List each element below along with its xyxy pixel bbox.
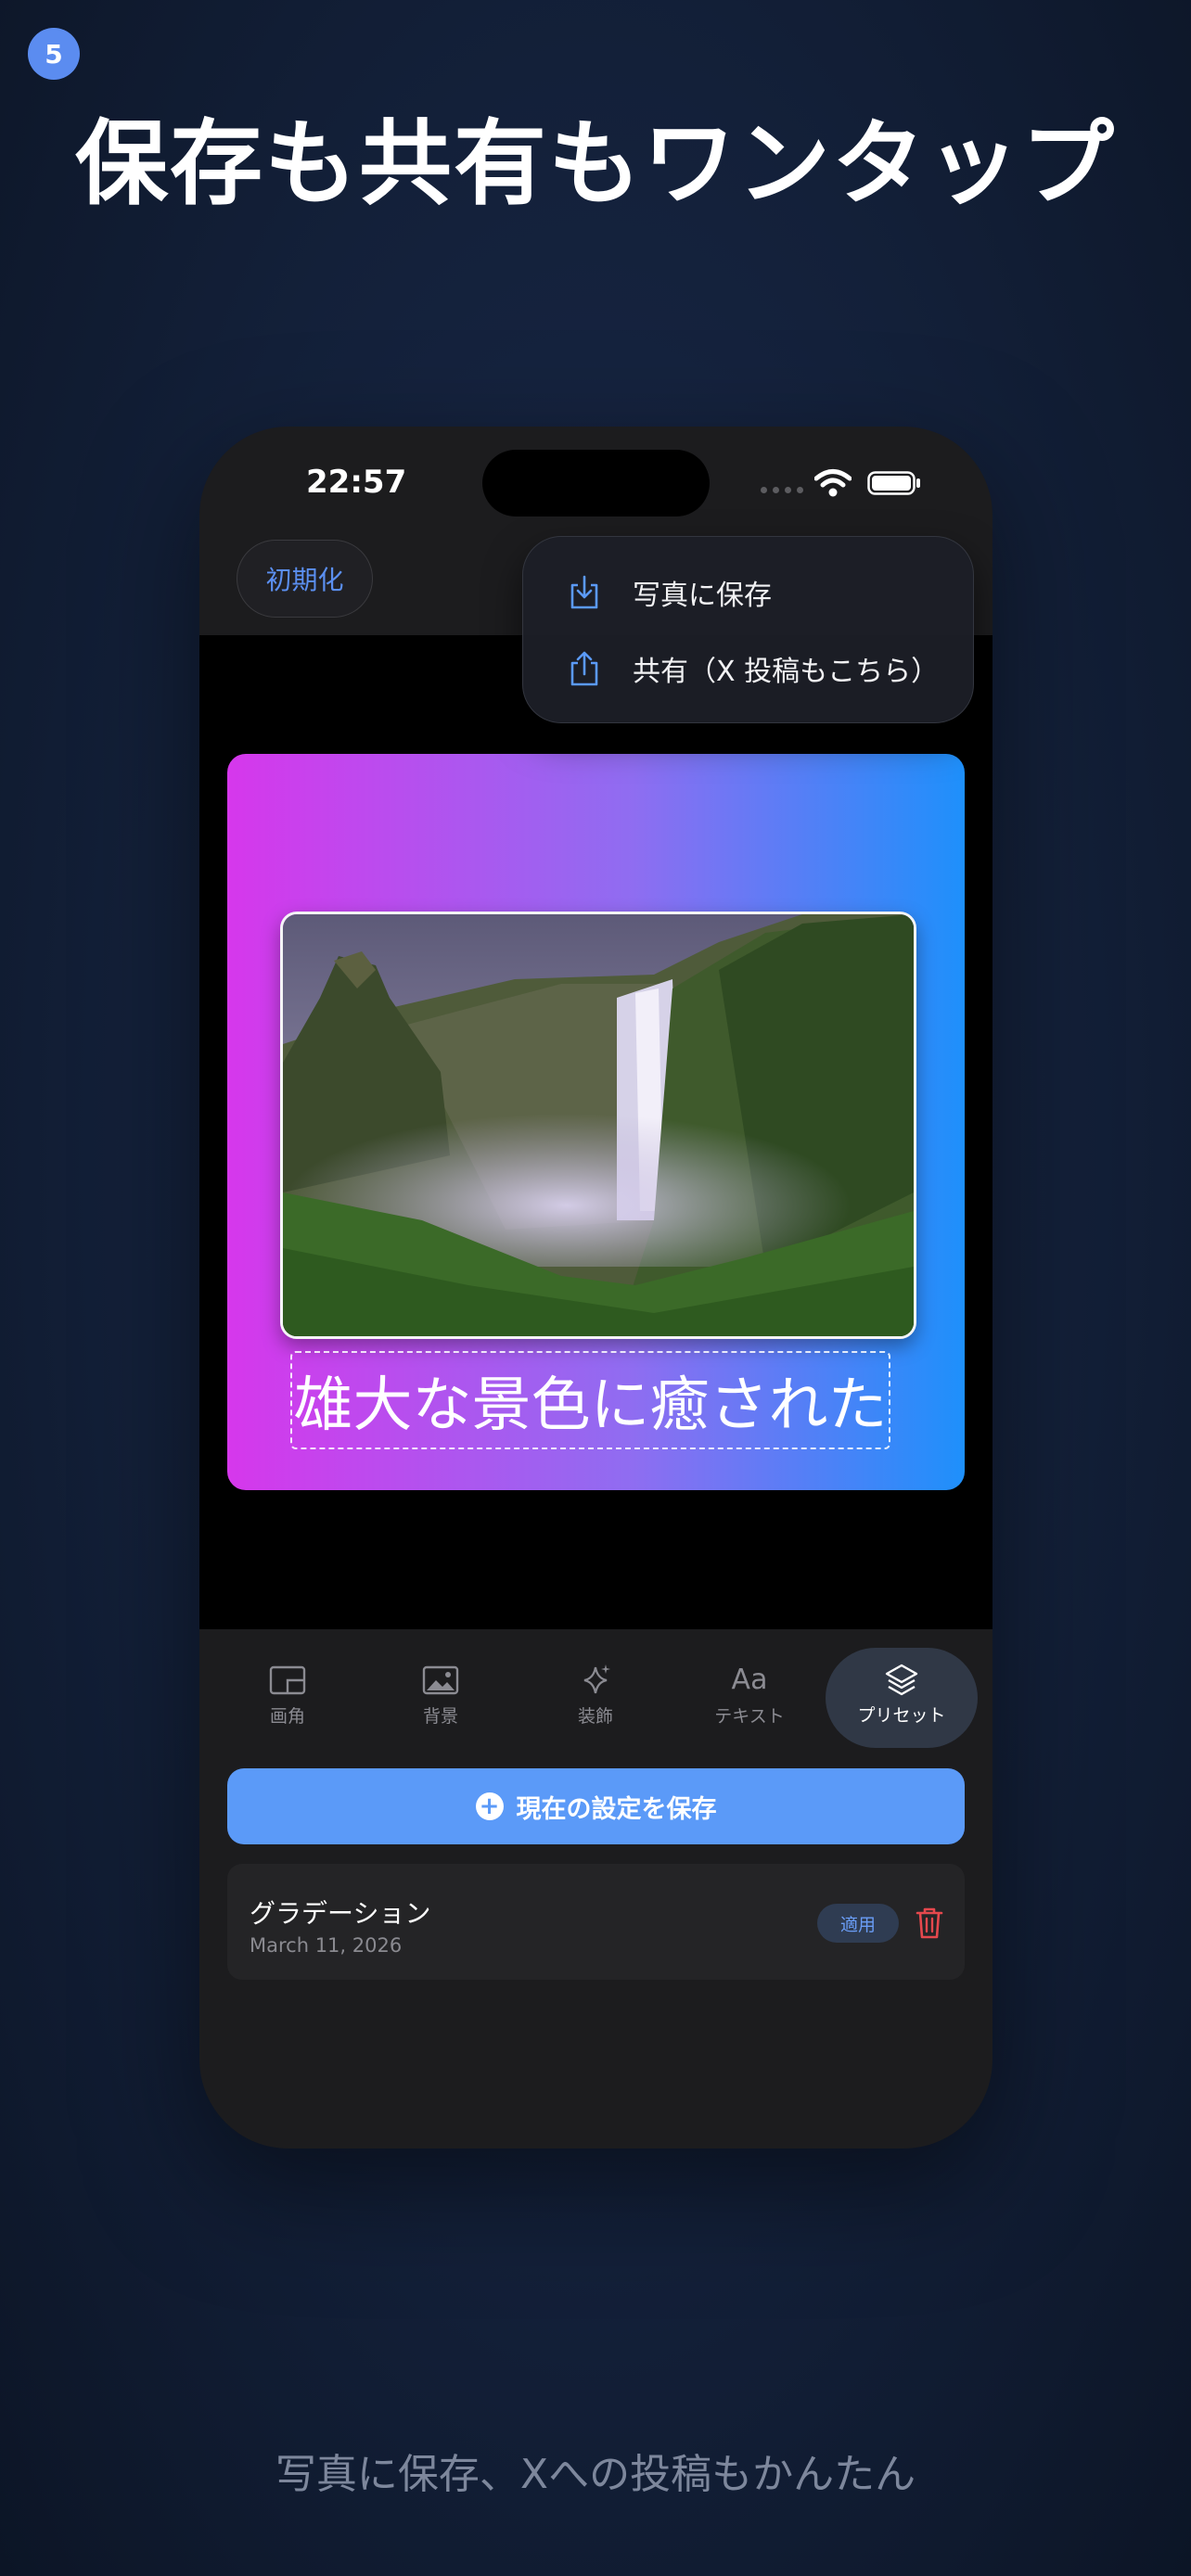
wifi-icon	[814, 469, 852, 497]
waterfall-photo	[283, 914, 914, 1336]
step-badge: 5	[28, 28, 80, 80]
status-bar: 22:57	[199, 427, 992, 538]
menu-item-save-to-photos[interactable]: 写真に保存	[523, 555, 973, 630]
sparkles-icon	[583, 1664, 610, 1694]
caption: 写真に保存、Xへの投稿もかんたん	[275, 2451, 916, 2498]
menu-item-label: 共有（X 投稿もこちら）	[633, 656, 940, 688]
save-preset-label: 現在の設定を保存	[516, 1794, 717, 1824]
battery-icon	[867, 471, 920, 495]
preset-date: March 11, 2026	[250, 1934, 403, 1957]
tab-background[interactable]: 背景	[385, 1662, 496, 1754]
apply-button[interactable]: 適用	[817, 1904, 899, 1943]
preview-card[interactable]: 雄大な景色に癒された	[227, 754, 965, 1490]
canvas-area: 雄大な景色に癒された	[199, 635, 992, 1629]
headline: 保存も共有もワンタップ	[75, 109, 1116, 218]
tab-aspect[interactable]: 画角	[232, 1662, 343, 1754]
overlay-text[interactable]: 雄大な景色に癒された	[290, 1351, 890, 1449]
tab-text[interactable]: Aa テキスト	[694, 1662, 805, 1754]
layers-icon	[885, 1664, 918, 1696]
tab-label: 背景	[422, 1706, 458, 1727]
menu-item-share[interactable]: 共有（X 投稿もこちら）	[523, 631, 973, 706]
tab-label: テキスト	[714, 1706, 785, 1727]
preset-list-item[interactable]: グラデーション March 11, 2026 適用	[227, 1864, 965, 1980]
photo[interactable]	[280, 912, 916, 1339]
trash-icon[interactable]	[914, 1905, 945, 1940]
editor-tab-bar: 画角 背景 装飾 Aa テキスト プリセット	[199, 1629, 992, 1768]
text-aa-icon: Aa	[731, 1664, 768, 1696]
share-menu: 写真に保存 共有（X 投稿もこちら）	[522, 536, 974, 723]
menu-item-label: 写真に保存	[633, 580, 772, 612]
cellular-signal-icon	[761, 487, 803, 493]
tab-label: 画角	[269, 1706, 305, 1727]
share-icon	[570, 651, 598, 686]
dynamic-island	[482, 450, 710, 516]
phone-mockup: 22:57 初期化 雄大な景色に癒された 写真に保存 共有（X 投稿もこちら） …	[199, 427, 992, 2149]
plus-circle-icon: +	[475, 1792, 504, 1820]
download-icon	[570, 575, 598, 609]
aspect-ratio-icon	[269, 1665, 306, 1695]
tab-presets[interactable]: プリセット	[826, 1648, 978, 1748]
tab-decoration[interactable]: 装飾	[540, 1662, 651, 1754]
tab-label: プリセット	[857, 1705, 946, 1726]
tab-label: 装飾	[577, 1706, 613, 1727]
save-preset-button[interactable]: + 現在の設定を保存	[227, 1768, 965, 1844]
status-time: 22:57	[306, 464, 407, 501]
preset-name: グラデーション	[250, 1898, 431, 1929]
image-icon	[422, 1665, 459, 1695]
reset-button[interactable]: 初期化	[237, 540, 373, 618]
